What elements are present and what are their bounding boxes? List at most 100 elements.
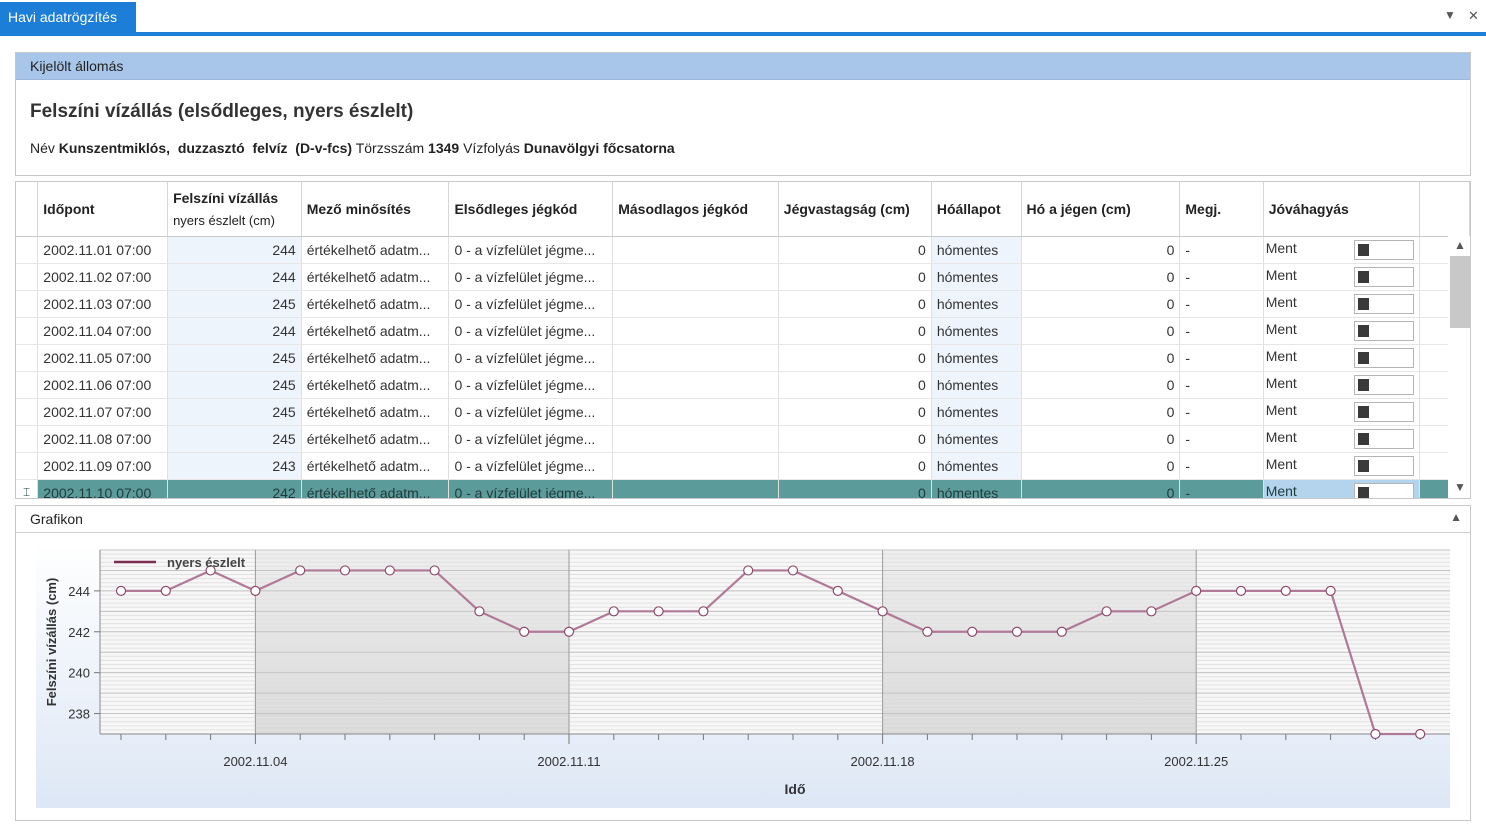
row-indicator-cell[interactable]: [16, 290, 39, 318]
quality-cell[interactable]: értékelhető adatm...: [301, 263, 450, 291]
ice-thickness-cell[interactable]: 0: [778, 371, 932, 399]
water-level-cell[interactable]: 244: [167, 317, 302, 345]
snow-state-cell[interactable]: hómentes: [931, 425, 1022, 453]
primary-ice-code-cell[interactable]: 0 - a vízfelület jégme...: [448, 236, 614, 264]
table-row[interactable]: 2002.11.07 07:00 245 értékelhető adatm... 0…: [16, 398, 1470, 426]
ice-thickness-cell[interactable]: 0: [778, 398, 932, 426]
scroll-up-icon[interactable]: ▲: [1454, 238, 1466, 252]
ice-thickness-cell[interactable]: 0: [778, 479, 932, 498]
ice-thickness-cell[interactable]: 0: [778, 452, 932, 480]
secondary-ice-code-cell[interactable]: [612, 452, 779, 480]
quality-cell[interactable]: értékelhető adatm...: [301, 398, 450, 426]
approval-cell[interactable]: Ment: [1263, 452, 1420, 480]
water-level-cell[interactable]: 245: [167, 425, 302, 453]
row-indicator-cell[interactable]: [16, 425, 39, 453]
column-header[interactable]: Időpont: [37, 182, 169, 237]
snow-on-ice-cell[interactable]: 0: [1021, 398, 1181, 426]
approval-toggle[interactable]: [1353, 455, 1414, 476]
time-cell[interactable]: 2002.11.05 07:00: [37, 344, 169, 372]
tab-list-dropdown-icon[interactable]: ▼: [1444, 8, 1456, 22]
quality-cell[interactable]: értékelhető adatm...: [301, 452, 450, 480]
note-cell[interactable]: -: [1179, 344, 1264, 372]
snow-state-cell[interactable]: hómentes: [931, 317, 1022, 345]
approval-cell[interactable]: Ment: [1263, 344, 1420, 372]
approval-cell[interactable]: Ment: [1263, 371, 1420, 399]
snow-on-ice-cell[interactable]: 0: [1021, 479, 1181, 498]
quality-cell[interactable]: értékelhető adatm...: [301, 317, 450, 345]
secondary-ice-code-cell[interactable]: [612, 263, 779, 291]
secondary-ice-code-cell[interactable]: [612, 344, 779, 372]
row-indicator-cell[interactable]: [16, 317, 39, 345]
note-cell[interactable]: -: [1179, 236, 1264, 264]
approval-toggle[interactable]: [1353, 347, 1414, 368]
secondary-ice-code-cell[interactable]: [612, 236, 779, 264]
primary-ice-code-cell[interactable]: 0 - a vízfelület jégme...: [448, 317, 614, 345]
snow-on-ice-cell[interactable]: 0: [1021, 371, 1181, 399]
approval-cell[interactable]: Ment: [1263, 317, 1420, 345]
approval-toggle[interactable]: [1353, 401, 1414, 422]
table-row[interactable]: 2002.11.08 07:00 245 értékelhető adatm... 0…: [16, 425, 1470, 453]
water-level-cell[interactable]: 245: [167, 398, 302, 426]
ice-thickness-cell[interactable]: 0: [778, 290, 932, 318]
snow-state-cell[interactable]: hómentes: [931, 263, 1022, 291]
row-indicator-cell[interactable]: [16, 452, 39, 480]
approval-toggle[interactable]: [1353, 266, 1414, 287]
quality-cell[interactable]: értékelhető adatm...: [301, 236, 450, 264]
snow-on-ice-cell[interactable]: 0: [1021, 344, 1181, 372]
water-level-cell[interactable]: 244: [167, 236, 302, 264]
approval-cell[interactable]: Ment: [1263, 479, 1420, 498]
column-header[interactable]: Elsődleges jégkód: [448, 182, 614, 237]
snow-on-ice-cell[interactable]: 0: [1021, 236, 1181, 264]
time-cell[interactable]: 2002.11.10 07:00: [37, 479, 169, 498]
primary-ice-code-cell[interactable]: 0 - a vízfelület jégme...: [448, 344, 614, 372]
column-header[interactable]: Hóállapot: [931, 182, 1022, 237]
secondary-ice-code-cell[interactable]: [612, 479, 779, 498]
secondary-ice-code-cell[interactable]: [612, 317, 779, 345]
quality-cell[interactable]: értékelhető adatm...: [301, 371, 450, 399]
snow-state-cell[interactable]: hómentes: [931, 236, 1022, 264]
table-row[interactable]: 2002.11.04 07:00 244 értékelhető adatm... 0…: [16, 317, 1470, 345]
column-header[interactable]: Hó a jégen (cm): [1021, 182, 1181, 237]
snow-state-cell[interactable]: hómentes: [931, 398, 1022, 426]
approval-cell[interactable]: Ment: [1263, 398, 1420, 426]
column-header[interactable]: Jóváhagyás: [1263, 182, 1420, 237]
ice-thickness-cell[interactable]: 0: [778, 317, 932, 345]
note-cell[interactable]: -: [1179, 371, 1264, 399]
note-cell[interactable]: -: [1179, 425, 1264, 453]
quality-cell[interactable]: értékelhető adatm...: [301, 290, 450, 318]
table-row[interactable]: 2002.11.01 07:00 244 értékelhető adatm... 0…: [16, 236, 1470, 264]
row-indicator-cell[interactable]: [16, 236, 39, 264]
snow-state-cell[interactable]: hómentes: [931, 344, 1022, 372]
approval-toggle[interactable]: [1353, 374, 1414, 395]
secondary-ice-code-cell[interactable]: [612, 425, 779, 453]
time-cell[interactable]: 2002.11.03 07:00: [37, 290, 169, 318]
primary-ice-code-cell[interactable]: 0 - a vízfelület jégme...: [448, 398, 614, 426]
note-cell[interactable]: -: [1179, 452, 1264, 480]
snow-on-ice-cell[interactable]: 0: [1021, 317, 1181, 345]
column-header[interactable]: Másodlagos jégkód: [612, 182, 779, 237]
tab-havi-adatrogzites[interactable]: Havi adatrögzítés: [0, 2, 136, 33]
collapse-chart-icon[interactable]: ▲: [1450, 510, 1462, 524]
column-header[interactable]: Megj.: [1179, 182, 1264, 237]
ice-thickness-cell[interactable]: 0: [778, 344, 932, 372]
time-cell[interactable]: 2002.11.08 07:00: [37, 425, 169, 453]
row-indicator-cell[interactable]: [16, 398, 39, 426]
quality-cell[interactable]: értékelhető adatm...: [301, 344, 450, 372]
quality-cell[interactable]: értékelhető adatm...: [301, 425, 450, 453]
note-cell[interactable]: -: [1179, 398, 1264, 426]
ice-thickness-cell[interactable]: 0: [778, 263, 932, 291]
time-cell[interactable]: 2002.11.01 07:00: [37, 236, 169, 264]
snow-on-ice-cell[interactable]: 0: [1021, 263, 1181, 291]
table-row[interactable]: 2002.11.03 07:00 245 értékelhető adatm... 0…: [16, 290, 1470, 318]
approval-toggle[interactable]: [1353, 428, 1414, 449]
row-indicator-cell[interactable]: ⌶: [16, 479, 39, 498]
primary-ice-code-cell[interactable]: 0 - a vízfelület jégme...: [448, 479, 614, 498]
approval-cell[interactable]: Ment: [1263, 236, 1420, 264]
snow-on-ice-cell[interactable]: 0: [1021, 452, 1181, 480]
snow-state-cell[interactable]: hómentes: [931, 371, 1022, 399]
water-level-cell[interactable]: 243: [167, 452, 302, 480]
secondary-ice-code-cell[interactable]: [612, 290, 779, 318]
note-cell[interactable]: -: [1179, 290, 1264, 318]
note-cell[interactable]: -: [1179, 479, 1264, 498]
primary-ice-code-cell[interactable]: 0 - a vízfelület jégme...: [448, 263, 614, 291]
